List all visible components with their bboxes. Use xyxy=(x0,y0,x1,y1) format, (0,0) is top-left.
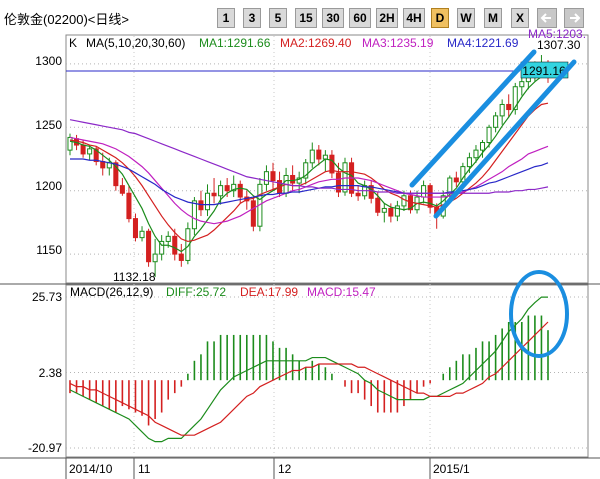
candle-body-54 xyxy=(421,185,427,198)
candle-body-47 xyxy=(375,197,381,213)
candle-body-15 xyxy=(165,235,171,242)
candle-body-67 xyxy=(506,103,512,111)
candle-body-51 xyxy=(401,195,407,207)
candle-body-19 xyxy=(191,200,197,230)
candle-body-5 xyxy=(100,161,106,169)
candle-body-22 xyxy=(211,192,217,197)
macd-value: MACD:15.47 xyxy=(307,285,376,299)
candle-body-24 xyxy=(224,185,230,192)
candle-body-48 xyxy=(381,207,387,213)
macd-tick-top: 25.73 xyxy=(32,290,62,304)
candle-body-50 xyxy=(394,205,400,217)
candle-body-8 xyxy=(119,185,125,194)
macd-label: MACD(26,12,9) xyxy=(70,285,153,299)
x-label-dec: 12 xyxy=(278,462,292,476)
candle-body-31 xyxy=(270,171,276,182)
candle-body-61 xyxy=(466,157,472,168)
candle-body-17 xyxy=(178,253,184,261)
candle-body-37 xyxy=(309,149,315,164)
candle-body-44 xyxy=(355,192,361,197)
candle-body-3 xyxy=(87,148,93,155)
candle-body-9 xyxy=(126,192,132,220)
price-tick-1250: 1250 xyxy=(35,118,62,132)
candle-body-12 xyxy=(146,230,152,263)
ma5-value: MA5:1203. xyxy=(528,27,586,41)
candle-body-42 xyxy=(342,162,348,193)
candle-body-28 xyxy=(250,200,256,227)
k-label: K xyxy=(69,36,77,50)
candle-body-11 xyxy=(139,230,145,239)
chart-window: 伦敦金(02200)<日线> 1 3 5 15 30 60 2H 4H D W … xyxy=(0,0,600,479)
candle-body-0 xyxy=(67,136,73,151)
diff-value: DIFF:25.72 xyxy=(166,285,226,299)
candle-body-59 xyxy=(453,177,459,183)
x-label-nov: 11 xyxy=(138,462,151,476)
candle-body-10 xyxy=(132,218,139,239)
moving-average-lines xyxy=(69,73,549,253)
candle-body-20 xyxy=(198,200,204,211)
candle-body-2 xyxy=(80,144,86,155)
candle-body-63 xyxy=(479,142,486,151)
candle-body-38 xyxy=(316,149,322,160)
candle-body-69 xyxy=(519,81,525,88)
x-label-oct: 2014/10 xyxy=(69,462,113,476)
diff-line xyxy=(69,296,548,443)
dea-value: DEA:17.99 xyxy=(240,285,298,299)
price-tick-1150: 1150 xyxy=(36,243,62,257)
price-tick-1200: 1200 xyxy=(35,179,62,193)
macd-tick-bottom: -20.97 xyxy=(28,441,62,455)
chart-canvas[interactable]: 1300 1250 1200 1150 25.73 2.38 -20.97 12… xyxy=(0,0,600,479)
macd-lines xyxy=(69,296,549,443)
candle-body-34 xyxy=(290,174,296,184)
candle-body-23 xyxy=(218,185,224,197)
candle-body-13 xyxy=(152,253,158,263)
price-tick-1300: 1300 xyxy=(35,54,62,68)
ma3-value: MA3:1235.19 xyxy=(362,36,434,50)
candle-body-49 xyxy=(388,207,394,217)
candle-body-64 xyxy=(486,126,492,144)
candle-body-21 xyxy=(204,192,211,211)
candle-body-26 xyxy=(237,183,243,198)
price-grid xyxy=(66,36,588,457)
candle-body-66 xyxy=(499,103,505,117)
low-price-label: 1132.18 xyxy=(113,270,156,284)
ma2-value: MA2:1269.40 xyxy=(280,36,352,50)
ma1-line xyxy=(69,73,549,253)
ma4-value: MA4:1221.69 xyxy=(447,36,519,50)
x-label-jan: 2015/1 xyxy=(433,462,470,476)
candle-body-16 xyxy=(172,235,178,255)
candle-body-62 xyxy=(473,149,479,159)
ma-label: MA(5,10,20,30,60) xyxy=(86,36,185,50)
macd-tick-mid: 2.38 xyxy=(39,366,63,380)
ma1-value: MA1:1291.66 xyxy=(199,36,271,50)
candle-body-65 xyxy=(493,115,499,128)
candle-body-30 xyxy=(263,171,269,185)
